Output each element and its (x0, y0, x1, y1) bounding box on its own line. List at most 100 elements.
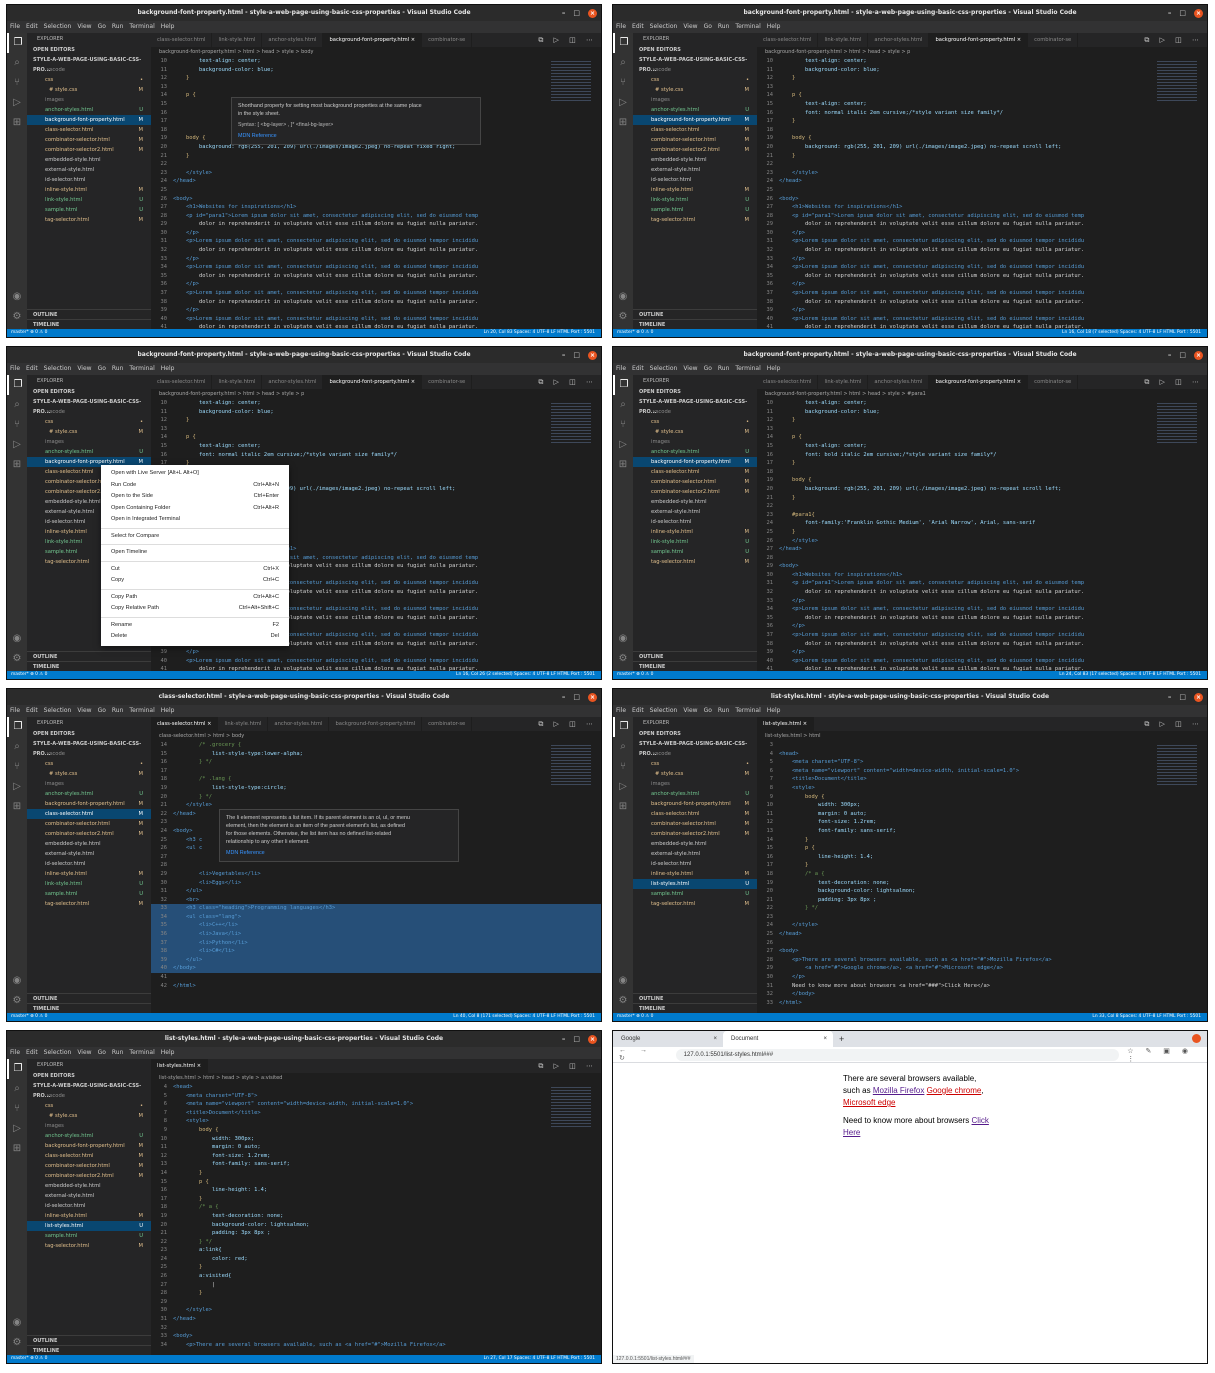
menu-item[interactable]: View (77, 365, 91, 372)
file-tree-item[interactable]: images (27, 1121, 151, 1131)
file-tree-item[interactable]: images (27, 779, 151, 789)
editor-tab[interactable]: anchor-styles.html (268, 717, 330, 731)
context-menu-item[interactable]: Copy Ctrl+C (101, 575, 289, 587)
project-folder[interactable]: STYLE-A-WEB-PAGE-USING-BASIC-CSS-PRO... (27, 1081, 151, 1099)
editor-actions[interactable]: ⧉ ▷ ◫ ⋯ (538, 717, 601, 731)
accounts-icon[interactable]: ◉ (613, 971, 633, 991)
menu-item[interactable]: Selection (650, 707, 678, 714)
menu-item[interactable]: View (683, 707, 697, 714)
explorer-icon[interactable]: ❐ (7, 717, 27, 737)
editor-actions[interactable]: ⧉ ▷ ◫ ⋯ (538, 33, 601, 47)
file-tree-item[interactable]: .vscode (633, 749, 757, 759)
explorer-icon[interactable]: ❐ (613, 375, 633, 395)
run-debug-icon[interactable]: ▷ (7, 1119, 27, 1139)
extensions-icon[interactable]: ⊞ (613, 797, 633, 817)
menu-item[interactable]: Run (718, 365, 730, 372)
menu-item[interactable]: View (683, 365, 697, 372)
file-tree-item[interactable]: css • (27, 75, 151, 85)
file-tree-item[interactable]: .vscode (27, 749, 151, 759)
editor-tab[interactable]: background-font-property.html × (323, 375, 423, 389)
file-tree-item[interactable]: # style.css M (27, 427, 151, 437)
search-icon[interactable]: ⌕ (7, 737, 27, 757)
git-branch-status[interactable]: master* ⊗ 0 ⚠ 0 (617, 330, 653, 335)
editor-tab[interactable]: class-selector.html (757, 375, 819, 389)
file-tree-item[interactable]: combinator-selector2.html M (27, 829, 151, 839)
editor-tab[interactable]: class-selector.html (151, 375, 213, 389)
source-control-icon[interactable]: ⑂ (7, 757, 27, 777)
editor-actions[interactable]: ⧉ ▷ ◫ ⋯ (538, 375, 601, 389)
context-menu-item[interactable]: Delete Del (101, 631, 289, 643)
menu-item[interactable]: Selection (44, 707, 72, 714)
file-tree-item[interactable]: tag-selector.html M (633, 557, 757, 567)
open-editors-section[interactable]: OPEN EDITORS (633, 45, 757, 55)
maximize-icon[interactable]: □ (573, 692, 580, 702)
mdn-reference-link[interactable]: MDN Reference (226, 849, 452, 857)
run-debug-icon[interactable]: ▷ (7, 777, 27, 797)
explorer-icon[interactable]: ❐ (7, 1059, 27, 1079)
file-tree-item[interactable]: background-font-property.html M (27, 1141, 151, 1151)
run-debug-icon[interactable]: ▷ (613, 435, 633, 455)
menu-item[interactable]: Run (718, 707, 730, 714)
file-tree-item[interactable]: .vscode (633, 65, 757, 75)
file-tree-item[interactable]: combinator-selector.html M (633, 135, 757, 145)
breadcrumb[interactable]: background-font-property.html > html > h… (151, 389, 601, 399)
file-tree-item[interactable]: id-selector.html (633, 517, 757, 527)
accounts-icon[interactable]: ◉ (7, 1313, 27, 1333)
timeline-section[interactable]: TIMELINE (27, 319, 151, 329)
file-tree-item[interactable]: link-style.html U (27, 879, 151, 889)
file-tree-item[interactable]: anchor-styles.html U (27, 1131, 151, 1141)
editor-actions[interactable]: ⧉ ▷ ◫ ⋯ (538, 1059, 601, 1073)
menu-item[interactable]: Go (98, 23, 106, 30)
extension-icons[interactable]: ☆ ✎ ▣ ◉ ⋮ (1127, 1047, 1207, 1063)
context-menu-item[interactable]: Select for Compare (101, 531, 289, 543)
file-tree-item[interactable]: inline-style.html M (633, 527, 757, 537)
link-google-chrome[interactable]: Google chrome (927, 1086, 982, 1095)
file-tree-item[interactable]: # style.css M (633, 769, 757, 779)
maximize-icon[interactable]: □ (573, 350, 580, 360)
project-folder[interactable]: STYLE-A-WEB-PAGE-USING-BASIC-CSS-PRO... (27, 739, 151, 757)
close-icon[interactable]: × (588, 692, 597, 702)
accounts-icon[interactable]: ◉ (613, 287, 633, 307)
minimap[interactable] (551, 745, 591, 785)
menu-item[interactable]: Run (112, 23, 124, 30)
menu-item[interactable]: Run (718, 23, 730, 30)
minimize-icon[interactable]: – (562, 350, 566, 360)
source-control-icon[interactable]: ⑂ (613, 73, 633, 93)
file-tree-item[interactable]: external-style.html (27, 849, 151, 859)
menu-item[interactable]: File (10, 365, 20, 372)
open-editors-section[interactable]: OPEN EDITORS (27, 387, 151, 397)
minimize-icon[interactable]: – (1168, 350, 1172, 360)
project-folder[interactable]: STYLE-A-WEB-PAGE-USING-BASIC-CSS-PRO... (27, 397, 151, 415)
file-tree-item[interactable]: inline-style.html M (27, 185, 151, 195)
close-icon[interactable]: × (1194, 8, 1203, 18)
editor-tab[interactable]: link-style.html (218, 717, 269, 731)
editor-tab[interactable]: background-font-property.html × (929, 33, 1029, 47)
menu-item[interactable]: Go (704, 365, 712, 372)
source-control-icon[interactable]: ⑂ (7, 1099, 27, 1119)
search-icon[interactable]: ⌕ (7, 53, 27, 73)
gear-icon[interactable]: ⚙ (7, 649, 27, 669)
search-icon[interactable]: ⌕ (613, 395, 633, 415)
menu-item[interactable]: Run (112, 1049, 124, 1056)
project-folder[interactable]: STYLE-A-WEB-PAGE-USING-BASIC-CSS-PRO... (633, 55, 757, 73)
file-tree-item[interactable]: background-font-property.html M (27, 115, 151, 125)
run-debug-icon[interactable]: ▷ (613, 93, 633, 113)
menu-item[interactable]: Help (767, 365, 781, 372)
file-tree-item[interactable]: background-font-property.html M (633, 115, 757, 125)
timeline-section[interactable]: TIMELINE (633, 319, 757, 329)
file-tree-item[interactable]: combinator-selector2.html M (27, 1171, 151, 1181)
file-tree-item[interactable]: class-selector.html M (27, 125, 151, 135)
file-tree-item[interactable]: external-style.html (27, 1191, 151, 1201)
gear-icon[interactable]: ⚙ (7, 307, 27, 327)
context-menu-item[interactable]: Copy Relative Path Ctrl+Alt+Shift+C (101, 603, 289, 615)
file-tree-item[interactable]: combinator-selector.html M (27, 1161, 151, 1171)
editor-tab[interactable]: anchor-styles.html (868, 375, 930, 389)
gear-icon[interactable]: ⚙ (613, 307, 633, 327)
gear-icon[interactable]: ⚙ (7, 991, 27, 1011)
menu-item[interactable]: Selection (44, 365, 72, 372)
search-icon[interactable]: ⌕ (613, 737, 633, 757)
maximize-icon[interactable]: □ (573, 8, 580, 18)
file-tree-item[interactable]: tag-selector.html M (27, 1241, 151, 1251)
git-branch-status[interactable]: master* ⊗ 0 ⚠ 0 (617, 1014, 653, 1019)
file-tree-item[interactable]: combinator-selector2.html M (633, 829, 757, 839)
